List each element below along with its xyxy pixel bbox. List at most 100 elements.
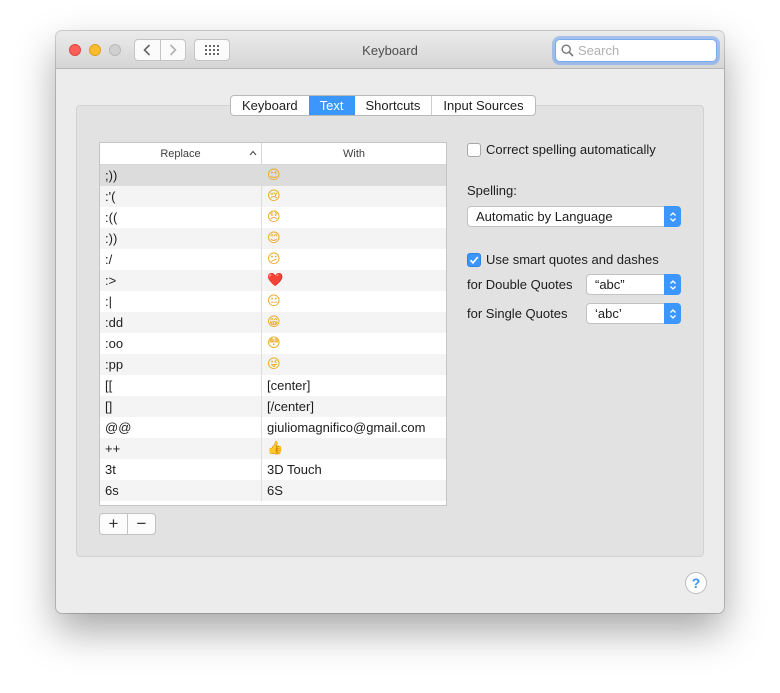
- single-quotes-label: for Single Quotes: [467, 306, 568, 321]
- table-row[interactable]: :oo 😳: [100, 333, 446, 354]
- up-down-arrows-icon: [664, 303, 681, 324]
- with-cell: giuliomagnifico@gmail.com: [267, 420, 426, 435]
- table-row[interactable]: :dd 😁: [100, 312, 446, 333]
- replace-cell: :dd: [100, 312, 262, 333]
- smile-emoji-icon: 😊: [267, 231, 281, 246]
- tab-bar: Keyboard Text Shortcuts Input Sources: [230, 95, 536, 116]
- table-row[interactable]: :> ❤️: [100, 270, 446, 291]
- disappointed-emoji-icon: 😞: [267, 210, 281, 225]
- flushed-emoji-icon: 😳: [267, 336, 281, 351]
- correct-spelling-option[interactable]: Correct spelling automatically: [467, 142, 656, 157]
- replace-cell: :>: [100, 270, 262, 291]
- with-cell: 6S: [267, 483, 283, 498]
- column-label-with: With: [343, 147, 365, 160]
- with-cell: 😞: [262, 207, 446, 228]
- search-field[interactable]: [555, 39, 717, 62]
- table-header: Replace With: [100, 143, 446, 165]
- neutral-emoji-icon: 😐: [267, 294, 281, 309]
- tab-text[interactable]: Text: [308, 96, 355, 115]
- thumbs-up-emoji-icon: 👍: [267, 441, 284, 456]
- sort-ascending-icon: [249, 146, 257, 159]
- heart-emoji-icon: ❤️: [267, 273, 284, 288]
- tab-keyboard[interactable]: Keyboard: [231, 96, 309, 115]
- table-row[interactable]: 3t 3D Touch: [100, 459, 446, 480]
- replace-cell: :oo: [100, 333, 262, 354]
- smart-quotes-checkbox[interactable]: [467, 252, 481, 267]
- table-row[interactable]: :'( 😢: [100, 186, 446, 207]
- replace-cell: :'(: [100, 186, 262, 207]
- replace-cell: :/: [100, 249, 262, 270]
- with-cell: 😐: [262, 291, 446, 312]
- with-cell: [/center]: [267, 399, 314, 414]
- tab-input-sources[interactable]: Input Sources: [431, 96, 534, 115]
- crying-emoji-icon: 😢: [267, 189, 281, 204]
- column-header-with[interactable]: With: [262, 143, 446, 164]
- table-row[interactable]: :)) 😊: [100, 228, 446, 249]
- column-label-replace: Replace: [160, 147, 201, 160]
- replace-cell: @@: [100, 417, 262, 438]
- tab-shortcuts[interactable]: Shortcuts: [355, 96, 432, 115]
- table-row[interactable]: [] [/center]: [100, 396, 446, 417]
- search-icon: [561, 44, 574, 57]
- add-button[interactable]: +: [100, 514, 127, 534]
- search-input[interactable]: [578, 43, 708, 58]
- correct-spelling-label: Correct spelling automatically: [486, 142, 656, 157]
- table-row[interactable]: ;)) 😉: [100, 165, 446, 186]
- with-cell: [center]: [267, 378, 311, 393]
- table-row[interactable]: :| 😐: [100, 291, 446, 312]
- wink-emoji-icon: 😉: [267, 168, 281, 183]
- with-cell: 😉: [262, 165, 446, 186]
- spelling-popup[interactable]: Automatic by Language: [467, 206, 681, 227]
- double-quotes-popup[interactable]: “abc”: [586, 274, 681, 295]
- title-bar: Keyboard: [56, 31, 724, 69]
- table-body: ;)) 😉 :'( 😢 :(( 😞 :)) 😊 :/ 😕 :> ❤️:| 😐 …: [100, 165, 446, 501]
- table-row[interactable]: 6s 6S: [100, 480, 446, 501]
- table-row[interactable]: ++ 👍: [100, 438, 446, 459]
- checkmark-icon: [469, 255, 479, 264]
- with-cell: 😕: [262, 249, 446, 270]
- spelling-label: Spelling:: [467, 183, 517, 198]
- remove-button[interactable]: −: [127, 514, 155, 534]
- replace-cell: :pp: [100, 354, 262, 375]
- replace-cell: :|: [100, 291, 262, 312]
- replace-cell: []: [100, 396, 262, 417]
- grin-emoji-icon: 😁: [267, 315, 281, 330]
- correct-spelling-checkbox[interactable]: [467, 142, 481, 157]
- confused-emoji-icon: 😕: [267, 252, 281, 267]
- with-cell: 😢: [262, 186, 446, 207]
- with-cell: 😁: [262, 312, 446, 333]
- replace-cell: 6s: [100, 480, 262, 501]
- with-cell: 😳: [262, 333, 446, 354]
- tongue-emoji-icon: 😜: [267, 357, 281, 372]
- with-cell: 😊: [262, 228, 446, 249]
- smart-quotes-label: Use smart quotes and dashes: [486, 252, 659, 267]
- with-cell: 😜: [262, 354, 446, 375]
- text-replacement-table[interactable]: Replace With ;)) 😉 :'( 😢 :(( 😞:)) 😊:/ …: [99, 142, 447, 506]
- single-quotes-value: ‘abc’: [595, 306, 622, 321]
- single-quotes-popup[interactable]: ‘abc’: [586, 303, 681, 324]
- preferences-window: Keyboard Keyboard Text Shortcuts Input S…: [56, 31, 724, 613]
- table-row[interactable]: [[ [center]: [100, 375, 446, 396]
- up-down-arrows-icon: [664, 206, 681, 227]
- column-header-replace[interactable]: Replace: [100, 143, 262, 164]
- double-quotes-label: for Double Quotes: [467, 277, 573, 292]
- table-row[interactable]: :(( 😞: [100, 207, 446, 228]
- table-row[interactable]: :/ 😕: [100, 249, 446, 270]
- replace-cell: ++: [100, 438, 262, 459]
- replace-cell: :((: [100, 207, 262, 228]
- add-remove-control: + −: [99, 513, 156, 535]
- smart-quotes-option[interactable]: Use smart quotes and dashes: [467, 252, 659, 267]
- with-cell: 👍: [262, 438, 446, 459]
- spelling-value: Automatic by Language: [476, 209, 613, 224]
- replace-cell: :)): [100, 228, 262, 249]
- replace-cell: 3t: [100, 459, 262, 480]
- up-down-arrows-icon: [664, 274, 681, 295]
- double-quotes-value: “abc”: [595, 277, 625, 292]
- table-row[interactable]: :pp 😜: [100, 354, 446, 375]
- with-cell: 3D Touch: [267, 462, 322, 477]
- replace-cell: [[: [100, 375, 262, 396]
- help-button[interactable]: ?: [685, 572, 707, 594]
- with-cell: ❤️: [262, 270, 446, 291]
- table-row[interactable]: @@ giuliomagnifico@gmail.com: [100, 417, 446, 438]
- replace-cell: ;)): [100, 165, 262, 186]
